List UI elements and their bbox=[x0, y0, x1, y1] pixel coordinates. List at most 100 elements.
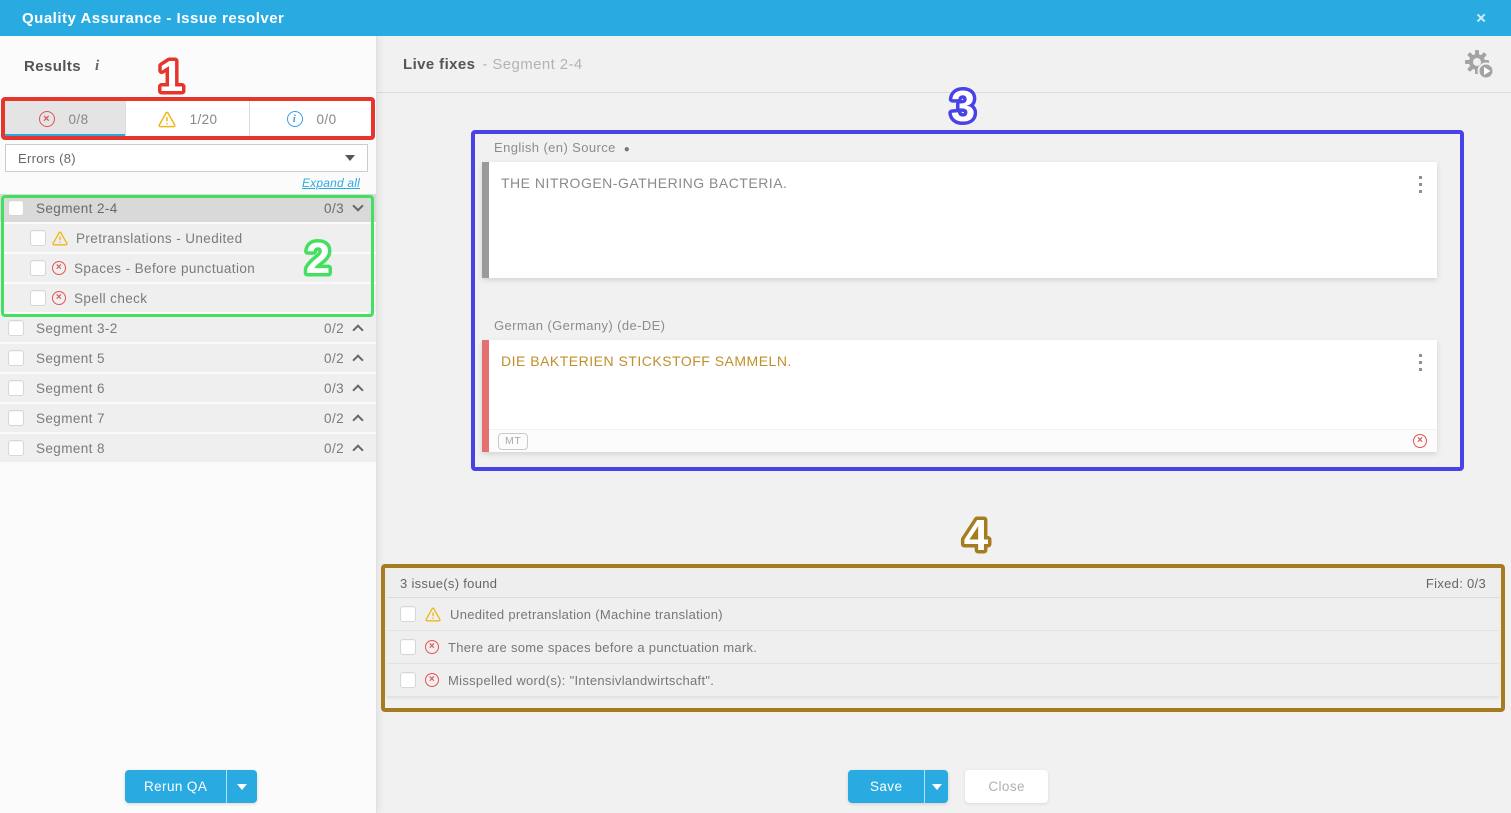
tab-warnings[interactable]: 1/20 bbox=[126, 101, 250, 137]
segment-row-8[interactable]: Segment 8 0/2 bbox=[0, 434, 376, 462]
error-icon: × bbox=[39, 111, 55, 127]
filter-value: Errors (8) bbox=[18, 151, 76, 166]
issue-item-misspelled-word[interactable]: × Misspelled word(s): "Intensivlandwirts… bbox=[387, 664, 1499, 697]
error-icon: × bbox=[1413, 434, 1427, 448]
chevron-up-icon[interactable] bbox=[352, 324, 363, 335]
segment-count: 0/2 bbox=[324, 351, 344, 366]
segment-label: Segment 5 bbox=[36, 351, 105, 366]
segment-row-3-2[interactable]: Segment 3-2 0/2 bbox=[0, 314, 376, 342]
issue-text: There are some spaces before a punctuati… bbox=[448, 640, 757, 655]
segment-label: Segment 6 bbox=[36, 381, 105, 396]
segment-checkbox[interactable] bbox=[8, 320, 24, 336]
save-split-button: Save bbox=[848, 770, 948, 803]
qa-issue-resolver-window: Quality Assurance - Issue resolver × Res… bbox=[0, 0, 1511, 813]
segment-checkbox[interactable] bbox=[8, 200, 24, 216]
chevron-down-icon[interactable] bbox=[352, 200, 363, 211]
info-icon[interactable]: i bbox=[95, 58, 99, 75]
warning-icon bbox=[425, 607, 441, 622]
segment-row-7[interactable]: Segment 7 0/2 bbox=[0, 404, 376, 432]
chevron-down-icon bbox=[237, 784, 247, 790]
chevron-up-icon[interactable] bbox=[352, 384, 363, 395]
rerun-qa-dropdown-button[interactable] bbox=[226, 770, 257, 803]
segment-row-6[interactable]: Segment 6 0/3 bbox=[0, 374, 376, 402]
issue-label: Spaces - Before punctuation bbox=[74, 261, 255, 276]
chevron-up-icon[interactable] bbox=[352, 444, 363, 455]
target-text-box[interactable]: DIE BAKTERIEN STICKSTOFF SAMMELN. MT × bbox=[482, 340, 1437, 452]
source-text: THE NITROGEN-GATHERING BACTERIA. bbox=[501, 175, 1387, 191]
target-status-bar bbox=[482, 340, 489, 452]
save-button[interactable]: Save bbox=[848, 770, 924, 803]
severity-tabs: × 0/8 1/20 i 0/0 bbox=[2, 100, 373, 138]
issue-text: Unedited pretranslation (Machine transla… bbox=[450, 607, 723, 622]
tab-info[interactable]: i 0/0 bbox=[250, 101, 373, 137]
live-fixes-title: Live fixes bbox=[403, 56, 475, 73]
segment-list: Segment 2-4 0/3 Pretranslations - Unedit… bbox=[0, 194, 376, 464]
segment-checkbox[interactable] bbox=[8, 350, 24, 366]
issue-checkbox[interactable] bbox=[30, 230, 46, 246]
severity-filter-dropdown[interactable]: Errors (8) bbox=[5, 144, 368, 172]
issue-text: Misspelled word(s): "Intensivlandwirtsch… bbox=[448, 673, 714, 688]
close-button[interactable]: Close bbox=[965, 770, 1048, 803]
source-marker-icon: ● bbox=[624, 144, 630, 155]
segment-label: Segment 3-2 bbox=[36, 321, 118, 336]
segment-checkbox[interactable] bbox=[8, 440, 24, 456]
issues-fixed-label: Fixed: 0/3 bbox=[1426, 576, 1486, 591]
segment-checkbox[interactable] bbox=[8, 380, 24, 396]
segment-count: 0/2 bbox=[324, 411, 344, 426]
results-sidebar: Results i × 0/8 1/20 i 0/0 Errors bbox=[0, 36, 377, 813]
tab-errors[interactable]: × 0/8 bbox=[2, 101, 126, 137]
live-fixes-subtitle: - Segment 2-4 bbox=[482, 56, 582, 73]
issue-row-spaces[interactable]: × Spaces - Before punctuation bbox=[0, 254, 376, 282]
error-icon: × bbox=[52, 261, 66, 275]
kebab-menu-icon[interactable] bbox=[1419, 354, 1422, 371]
source-status-bar bbox=[482, 162, 489, 278]
kebab-menu-icon[interactable] bbox=[1419, 176, 1422, 193]
issues-found-label: 3 issue(s) found bbox=[400, 576, 497, 591]
tab-warnings-count: 1/20 bbox=[190, 112, 218, 127]
issues-panel-header: 3 issue(s) found Fixed: 0/3 bbox=[387, 569, 1499, 598]
segment-label: Segment 7 bbox=[36, 411, 105, 426]
issues-panel: 3 issue(s) found Fixed: 0/3 Unedited pre… bbox=[387, 569, 1499, 697]
chevron-up-icon[interactable] bbox=[352, 354, 363, 365]
warning-icon bbox=[158, 111, 176, 128]
mt-badge: MT bbox=[498, 433, 528, 450]
segment-label: Segment 8 bbox=[36, 441, 105, 456]
issue-checkbox[interactable] bbox=[400, 639, 416, 655]
chevron-up-icon[interactable] bbox=[352, 414, 363, 425]
segment-row-2-4[interactable]: Segment 2-4 0/3 bbox=[0, 194, 376, 222]
issue-checkbox[interactable] bbox=[400, 672, 416, 688]
expand-all-link[interactable]: Expand all bbox=[302, 176, 360, 190]
target-language-label: German (Germany) (de-DE) bbox=[494, 318, 665, 333]
live-fixes-header: Live fixes - Segment 2-4 bbox=[377, 36, 1511, 93]
rerun-qa-button[interactable]: Rerun QA bbox=[125, 770, 226, 803]
window-title: Quality Assurance - Issue resolver bbox=[22, 10, 284, 27]
issue-item-spaces-before-punctuation[interactable]: × There are some spaces before a punctua… bbox=[387, 631, 1499, 664]
close-icon[interactable]: × bbox=[1476, 10, 1486, 27]
chevron-down-icon bbox=[932, 784, 942, 790]
rerun-qa-split-button: Rerun QA bbox=[125, 770, 257, 803]
segment-count: 0/3 bbox=[324, 381, 344, 396]
segment-count: 0/2 bbox=[324, 321, 344, 336]
save-dropdown-button[interactable] bbox=[924, 770, 948, 803]
source-language-label: English (en) Source● bbox=[494, 140, 630, 155]
issue-row-pretranslations[interactable]: Pretranslations - Unedited bbox=[0, 224, 376, 252]
source-text-box[interactable]: THE NITROGEN-GATHERING BACTERIA. bbox=[482, 162, 1437, 278]
segment-label: Segment 2-4 bbox=[36, 201, 118, 216]
segment-checkbox[interactable] bbox=[8, 410, 24, 426]
segment-row-5[interactable]: Segment 5 0/2 bbox=[0, 344, 376, 372]
segment-count: 0/3 bbox=[324, 201, 344, 216]
error-icon: × bbox=[425, 673, 439, 687]
issue-label: Spell check bbox=[74, 291, 147, 306]
target-text: DIE BAKTERIEN STICKSTOFF SAMMELN. bbox=[501, 353, 1387, 369]
info-circle-icon: i bbox=[287, 111, 303, 127]
warning-icon bbox=[52, 231, 68, 246]
issue-item-unedited-pretranslation[interactable]: Unedited pretranslation (Machine transla… bbox=[387, 598, 1499, 631]
issue-checkbox[interactable] bbox=[30, 290, 46, 306]
issue-row-spellcheck[interactable]: × Spell check bbox=[0, 284, 376, 312]
results-header-row: Results i bbox=[24, 58, 99, 75]
qa-settings-run-icon[interactable] bbox=[1465, 50, 1495, 80]
segment-count: 0/2 bbox=[324, 441, 344, 456]
issue-checkbox[interactable] bbox=[30, 260, 46, 276]
error-icon: × bbox=[425, 640, 439, 654]
issue-checkbox[interactable] bbox=[400, 606, 416, 622]
